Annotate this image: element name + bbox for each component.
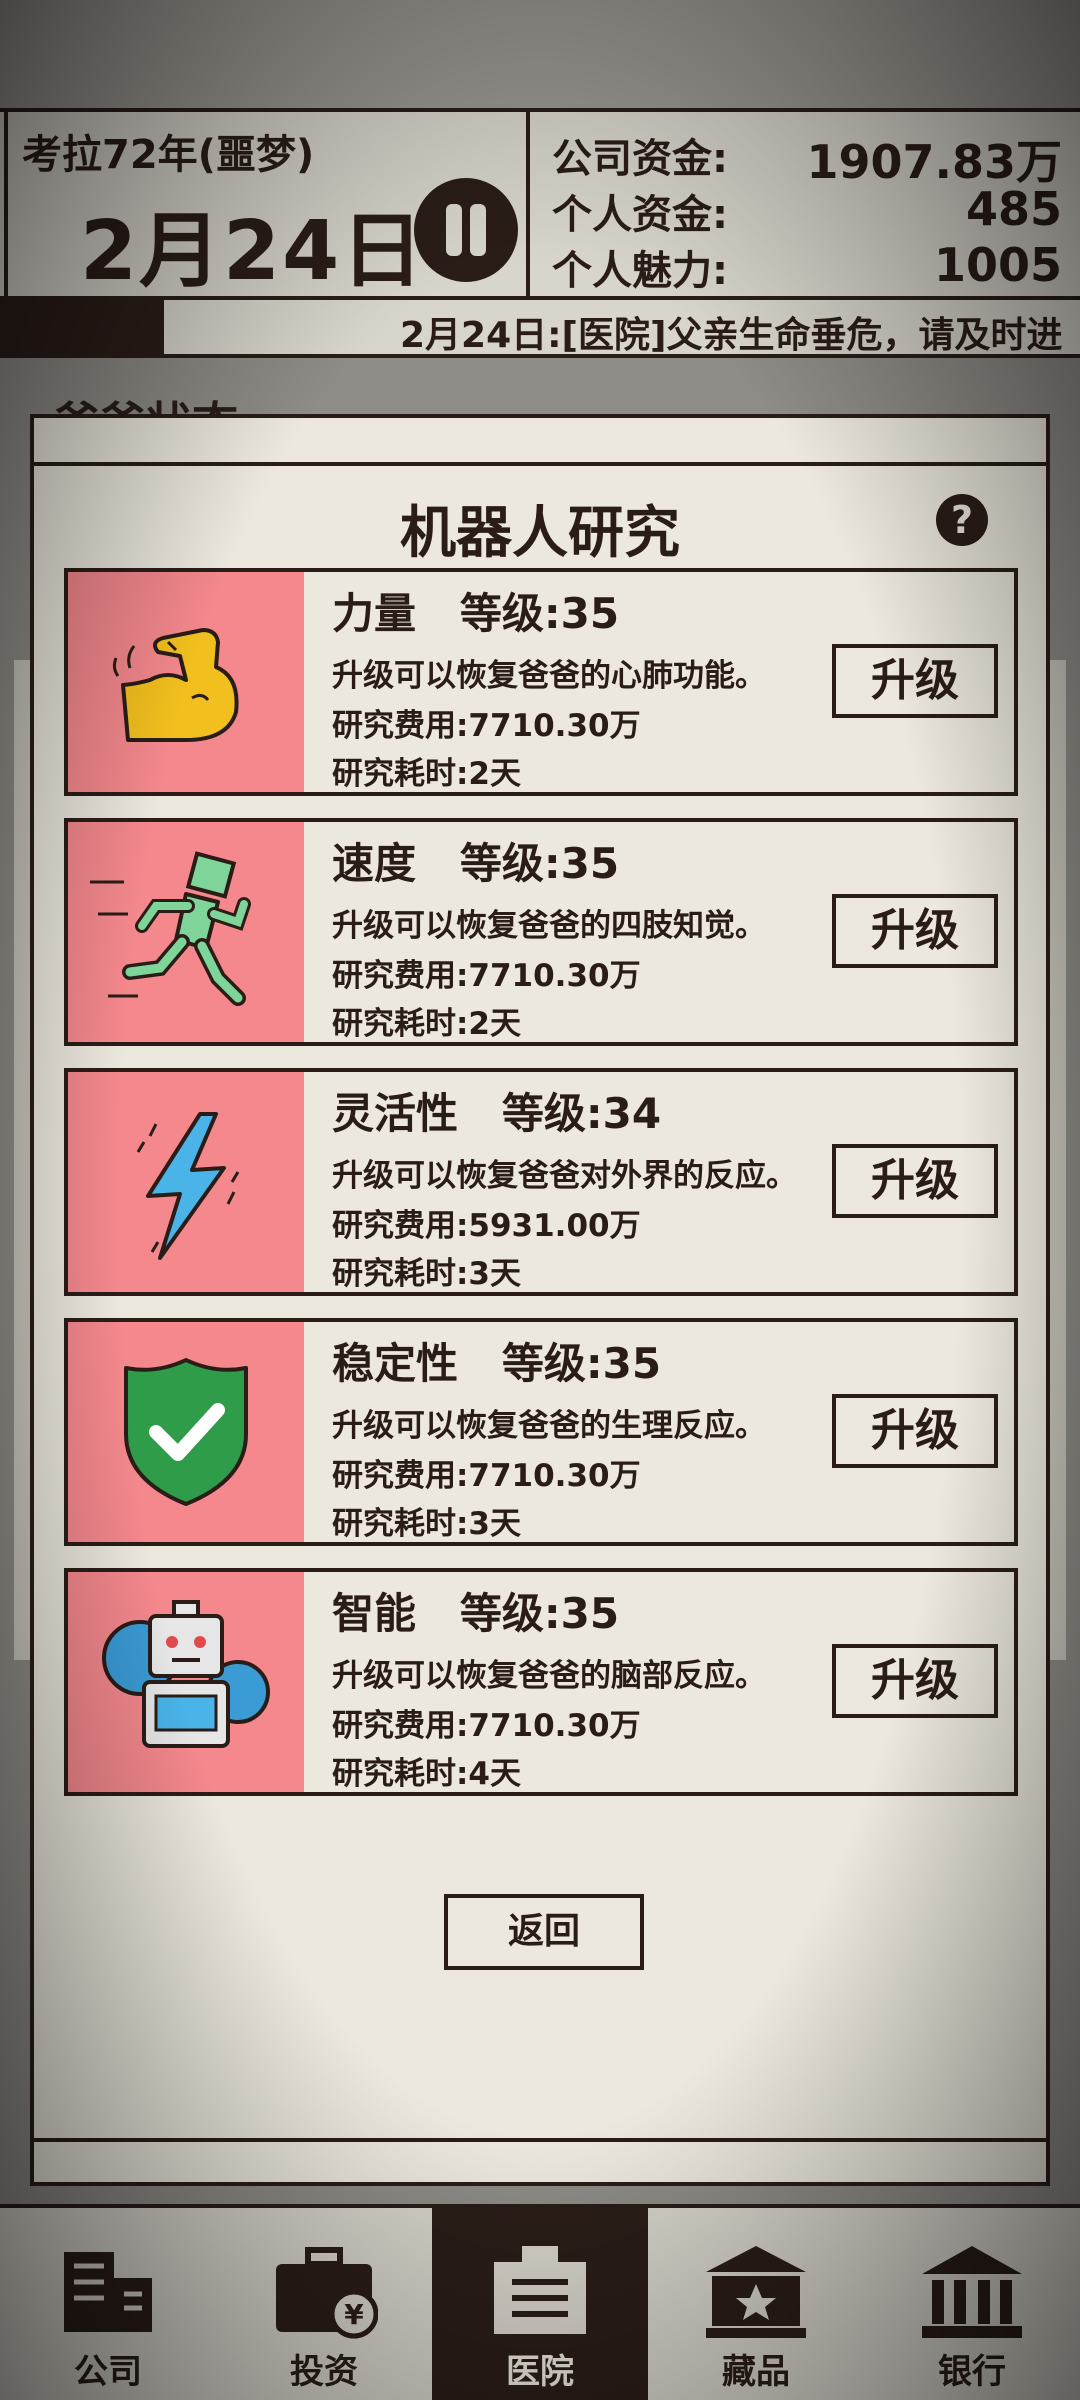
- upgrade-button[interactable]: 升级: [832, 644, 998, 718]
- research-name: 稳定性 等级:35: [332, 1339, 662, 1388]
- era-label: 考拉72年(噩梦): [22, 132, 315, 178]
- research-card-agility: 灵活性 等级:34 升级可以恢复爸爸对外界的反应。 研究费用:5931.00万 …: [64, 1068, 1018, 1296]
- research-cost: 研究费用:7710.30万: [332, 1458, 641, 1494]
- lightning-icon: [136, 1112, 240, 1260]
- research-time: 研究耗时:2天: [332, 1006, 521, 1042]
- museum-star-icon: [706, 2246, 806, 2338]
- robot-gear-icon: [102, 1600, 270, 1748]
- research-description: 升级可以恢复爸爸对外界的反应。: [332, 1158, 797, 1194]
- news-ticker: 2月24日:[医院]父亲生命垂危，请及时进: [0, 300, 1080, 358]
- research-cost: 研究费用:5931.00万: [332, 1208, 641, 1244]
- briefcase-yen-icon: ¥: [276, 2247, 378, 2339]
- research-cost: 研究费用:7710.30万: [332, 1708, 641, 1744]
- research-description: 升级可以恢复爸爸的脑部反应。: [332, 1658, 766, 1694]
- research-name: 灵活性 等级:34: [332, 1089, 662, 1138]
- stat-label: 公司资金:: [552, 136, 728, 182]
- current-date: 2月24日: [80, 204, 426, 299]
- research-card-speed: 速度 等级:35 升级可以恢复爸爸的四肢知觉。 研究费用:7710.30万 研究…: [64, 818, 1018, 1046]
- stat-label: 个人资金:: [552, 192, 728, 238]
- research-time: 研究耗时:3天: [332, 1506, 521, 1542]
- bank-icon: [922, 2246, 1022, 2338]
- research-time: 研究耗时:3天: [332, 1256, 521, 1292]
- shield-check-icon: [124, 1358, 248, 1506]
- flexed-arm-icon: [112, 628, 239, 742]
- personal-funds: 个人资金: 485: [552, 182, 1062, 238]
- nav-collection[interactable]: 藏品: [648, 2208, 864, 2400]
- running-robot-icon: [90, 851, 251, 1006]
- upgrade-button[interactable]: 升级: [832, 1394, 998, 1468]
- company-funds: 公司资金: 1907.83万: [552, 126, 1062, 189]
- research-cost: 研究费用:7710.30万: [332, 958, 641, 994]
- nav-label: 银行: [938, 2352, 1006, 2392]
- research-description: 升级可以恢复爸爸的生理反应。: [332, 1408, 766, 1444]
- stat-value: 485: [965, 182, 1062, 236]
- building-icon: [64, 2252, 152, 2332]
- background-panel-edge: [14, 660, 30, 1660]
- stat-label: 个人魅力:: [552, 248, 728, 294]
- background-panel-edge: [1050, 660, 1066, 1660]
- status-bar-area: [0, 0, 1080, 108]
- nav-hospital[interactable]: 医院: [432, 2208, 648, 2400]
- research-cost: 研究费用:7710.30万: [332, 708, 641, 744]
- research-time: 研究耗时:2天: [332, 756, 521, 792]
- nav-label: 藏品: [722, 2352, 790, 2392]
- upgrade-button[interactable]: 升级: [832, 894, 998, 968]
- back-button[interactable]: 返回: [444, 1894, 644, 1970]
- card-image: [68, 822, 304, 1042]
- hospital-icon: [494, 2246, 586, 2334]
- research-name: 力量 等级:35: [332, 589, 620, 638]
- ticker-message: 2月24日:[医院]父亲生命垂危，请及时进: [400, 315, 1063, 356]
- card-image: [68, 572, 304, 792]
- nav-invest[interactable]: ¥ 投资: [216, 2208, 432, 2400]
- research-card-stability: 稳定性 等级:35 升级可以恢复爸爸的生理反应。 研究费用:7710.30万 研…: [64, 1318, 1018, 1546]
- date-panel: 考拉72年(噩梦) 2月24日: [4, 112, 530, 299]
- dialog-title: 机器人研究: [400, 501, 680, 566]
- card-image: [68, 1322, 304, 1542]
- research-name: 速度 等级:35: [332, 839, 620, 888]
- upgrade-button[interactable]: 升级: [832, 1144, 998, 1218]
- research-description: 升级可以恢复爸爸的心肺功能。: [332, 658, 766, 694]
- pause-icon[interactable]: [414, 178, 518, 282]
- research-description: 升级可以恢复爸爸的四肢知觉。: [332, 908, 766, 944]
- stats-panel: 公司资金: 1907.83万 个人资金: 485 个人魅力: 1005: [552, 126, 1062, 294]
- bottom-nav: 公司 ¥ 投资 医院 藏品 银行: [0, 2204, 1080, 2400]
- robot-research-dialog: 机器人研究 ? 力量 等级:35 升级可以恢复爸爸的心肺功能。 研究费用:771…: [30, 414, 1050, 2186]
- nav-label: 投资: [290, 2352, 358, 2392]
- research-time: 研究耗时:4天: [332, 1756, 521, 1792]
- research-card-strength: 力量 等级:35 升级可以恢复爸爸的心肺功能。 研究费用:7710.30万 研究…: [64, 568, 1018, 796]
- research-card-intelligence: 智能 等级:35 升级可以恢复爸爸的脑部反应。 研究费用:7710.30万 研究…: [64, 1568, 1018, 1796]
- nav-label: 医院: [506, 2352, 574, 2392]
- stat-value: 1005: [933, 238, 1062, 292]
- game-header: 考拉72年(噩梦) 2月24日 公司资金: 1907.83万 个人资金: 485…: [0, 108, 1080, 300]
- personal-charm: 个人魅力: 1005: [552, 238, 1062, 294]
- nav-bank[interactable]: 银行: [864, 2208, 1080, 2400]
- ticker-progress: [0, 300, 164, 354]
- help-icon[interactable]: ?: [936, 494, 988, 546]
- nav-company[interactable]: 公司: [0, 2208, 216, 2400]
- nav-label: 公司: [74, 2352, 142, 2392]
- svg-text:¥: ¥: [344, 2298, 364, 2331]
- upgrade-button[interactable]: 升级: [832, 1644, 998, 1718]
- card-image: [68, 1072, 304, 1292]
- card-image: [68, 1572, 304, 1792]
- research-name: 智能 等级:35: [332, 1589, 620, 1638]
